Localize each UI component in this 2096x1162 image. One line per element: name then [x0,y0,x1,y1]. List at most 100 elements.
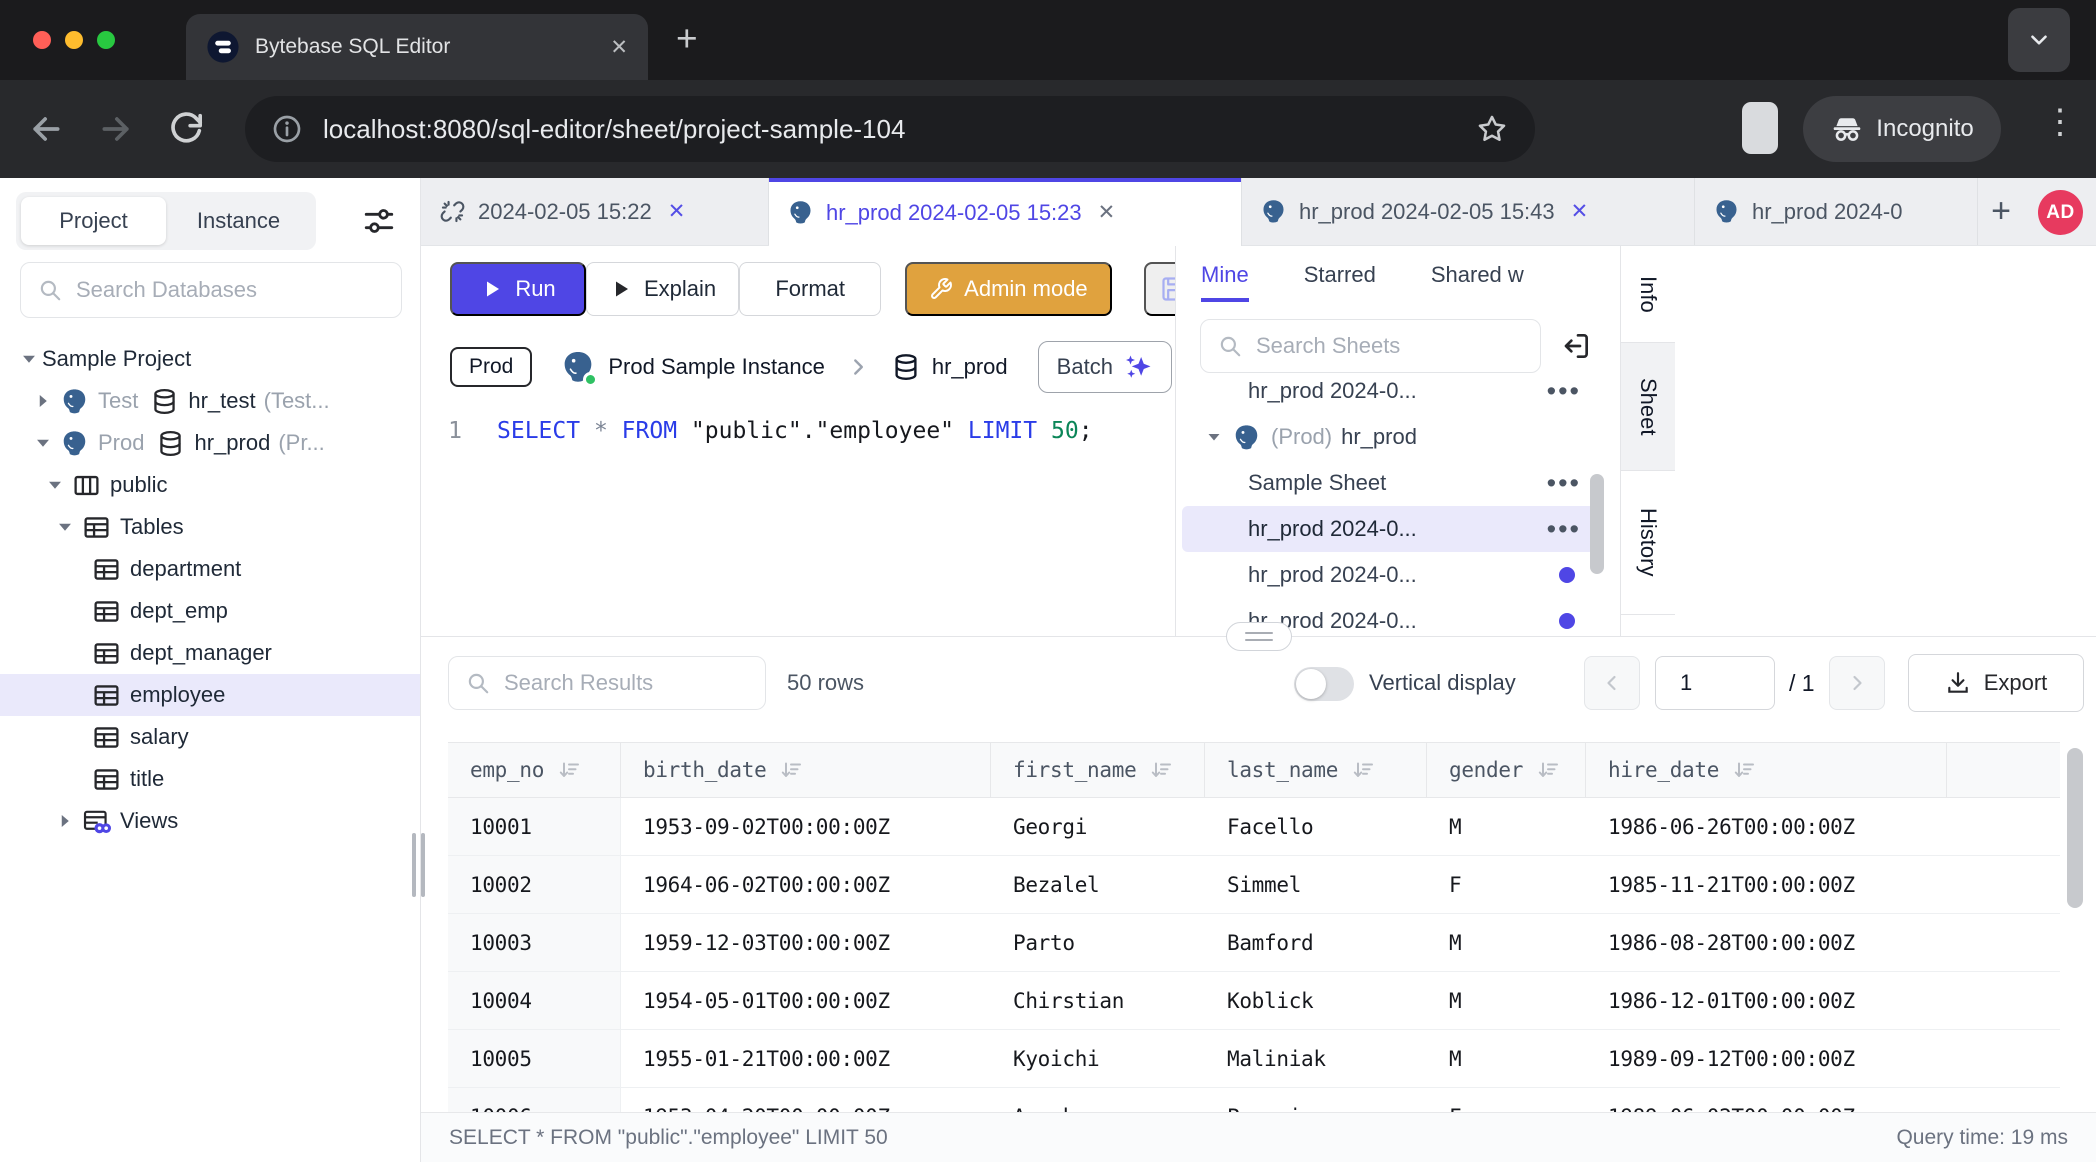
tab-search-button[interactable] [2008,8,2070,72]
tab-starred[interactable]: Starred [1304,262,1376,302]
close-icon[interactable]: ✕ [1098,200,1116,225]
collapse-panel-icon[interactable] [1560,330,1592,362]
sheet-tab-2[interactable]: hr_prod 2024-02-05 15:23✕ [769,178,1242,247]
sheet-panel-tabs: Mine Starred Shared w [1176,246,1620,302]
batch-button[interactable]: Batch [1038,341,1172,393]
forward-icon[interactable] [96,109,136,149]
table-row[interactable]: 100021964-06-02T00:00:00ZBezalelSimmelF1… [448,856,2060,914]
database-name[interactable]: hr_prod [932,354,1008,380]
format-button[interactable]: Format [739,262,881,316]
column-header-last_name[interactable]: last_name [1205,743,1427,797]
zoom-window-button[interactable] [97,31,115,49]
minimize-window-button[interactable] [65,31,83,49]
browser-tab-close-icon[interactable]: ✕ [610,35,628,60]
caret-down-icon[interactable] [16,346,42,372]
tab-instance[interactable]: Instance [166,197,311,245]
table-row[interactable]: 100061953-04-20T00:00:00ZAnnekePreusigF1… [448,1088,2060,1112]
sheet-list-item[interactable]: Sample Sheet ••• [1182,460,1595,506]
column-header-first_name[interactable]: first_name [991,743,1205,797]
more-menu-icon[interactable]: ••• [1547,380,1581,407]
new-tab-button[interactable]: + [676,18,698,60]
column-header-emp_no[interactable]: emp_no [448,743,621,797]
tree-item-prod[interactable]: Prodhr_prod(Pr... [0,422,420,464]
table-row[interactable]: 100031959-12-03T00:00:00ZPartoBamfordM19… [448,914,2060,972]
sheet-tab-1[interactable]: 2024-02-05 15:22✕ [421,178,769,245]
close-window-button[interactable] [33,31,51,49]
more-menu-icon[interactable]: ••• [1547,514,1581,545]
tree-item-salary[interactable]: salary [0,716,420,758]
results-search-input[interactable]: Search Results [448,656,766,710]
tree-item-test[interactable]: Testhr_test(Test... [0,380,420,422]
tree-item-title[interactable]: title [0,758,420,800]
caret-right-icon[interactable] [52,808,78,834]
reload-icon[interactable] [166,109,206,149]
avatar[interactable]: AD [2038,190,2083,235]
vertical-display-toggle[interactable] [1294,667,1354,701]
explain-button[interactable]: Explain [586,262,739,316]
sheet-tab-bar: 2024-02-05 15:22✕hr_prod 2024-02-05 15:2… [421,178,2096,246]
add-sheet-button[interactable]: + [1978,178,2024,245]
tree-item-dept_manager[interactable]: dept_manager [0,632,420,674]
column-header-hire_date[interactable]: hire_date [1586,743,1947,797]
bookmark-star-icon[interactable] [1475,112,1509,146]
browser-menu-icon[interactable]: ⋮ [2043,102,2077,142]
sheet-list-item[interactable]: hr_prod 2024-0...••• [1182,506,1595,552]
sheet-list-item[interactable]: hr_prod 2024-0...••• [1182,380,1595,414]
sheet-tab-4[interactable]: hr_prod 2024-0 [1695,178,1978,245]
rail-tab-history[interactable]: History [1621,471,1675,615]
rail-tab-info[interactable]: Info [1621,246,1675,343]
run-button[interactable]: Run [450,262,586,316]
tree-item-public[interactable]: public [0,464,420,506]
more-menu-icon[interactable]: ••• [1547,468,1581,499]
page-number-input[interactable]: 1 [1655,656,1775,710]
site-info-icon[interactable] [271,113,303,145]
sheet-tab-3[interactable]: hr_prod 2024-02-05 15:43✕ [1242,178,1695,245]
caret-down-icon[interactable] [30,430,56,456]
caret-down-icon[interactable] [42,472,68,498]
sheet-item-label: Sample Sheet [1248,470,1386,496]
close-icon[interactable]: ✕ [668,199,686,224]
tree-item-views[interactable]: Views [0,800,420,842]
cell-gender: M [1427,798,1586,855]
sheet-list-item[interactable]: hr_prod 2024-0... [1182,552,1595,598]
column-header-gender[interactable]: gender [1427,743,1586,797]
window-controls[interactable] [33,31,115,49]
table-row[interactable]: 100041954-05-01T00:00:00ZChirstianKoblic… [448,972,2060,1030]
tree-item-dept_emp[interactable]: dept_emp [0,590,420,632]
caret-down-icon[interactable] [52,514,78,540]
tab-mine[interactable]: Mine [1201,262,1249,302]
prev-page-button[interactable] [1584,656,1640,710]
sheet-list-scrollbar[interactable] [1590,474,1604,574]
tree-item-department[interactable]: department [0,548,420,590]
export-button[interactable]: Export [1908,654,2084,712]
sheet-search-input[interactable]: Search Sheets [1200,319,1541,373]
sheet-group-header[interactable]: (Prod)hr_prod [1176,414,1620,460]
table-icon [92,639,121,668]
next-page-button[interactable] [1829,656,1885,710]
filter-settings-icon[interactable] [360,204,398,238]
caret-right-icon[interactable] [30,388,56,414]
admin-mode-button[interactable]: Admin mode [905,262,1112,316]
table-row[interactable]: 100051955-01-21T00:00:00ZKyoichiMaliniak… [448,1030,2060,1088]
tab-shared[interactable]: Shared w [1431,262,1524,302]
tree-item-employee[interactable]: employee [0,674,420,716]
table-icon [92,681,121,710]
vertical-display-label: Vertical display [1369,656,1516,710]
tab-project[interactable]: Project [21,197,166,245]
results-scrollbar[interactable] [2067,748,2083,908]
splitter-drag-handle[interactable] [1226,622,1292,651]
tree-item-tables[interactable]: Tables [0,506,420,548]
close-icon[interactable]: ✕ [1571,199,1589,224]
back-icon[interactable] [26,109,66,149]
tree-item-sampleproject[interactable]: Sample Project [0,338,420,380]
instance-name[interactable]: Prod Sample Instance [608,354,824,380]
column-header-birth_date[interactable]: birth_date [621,743,991,797]
browser-chrome: Bytebase SQL Editor ✕ + localhost:8080/s… [0,0,2096,178]
browser-tab[interactable]: Bytebase SQL Editor ✕ [186,14,648,80]
cell-hire_date: 1989-09-12T00:00:00Z [1586,1030,1947,1087]
side-panel-icon[interactable] [1742,102,1778,154]
database-search-input[interactable]: Search Databases [20,262,402,318]
address-bar[interactable]: localhost:8080/sql-editor/sheet/project-… [245,96,1535,162]
table-row[interactable]: 100011953-09-02T00:00:00ZGeorgiFacelloM1… [448,798,2060,856]
rail-tab-sheet[interactable]: Sheet [1621,343,1675,471]
